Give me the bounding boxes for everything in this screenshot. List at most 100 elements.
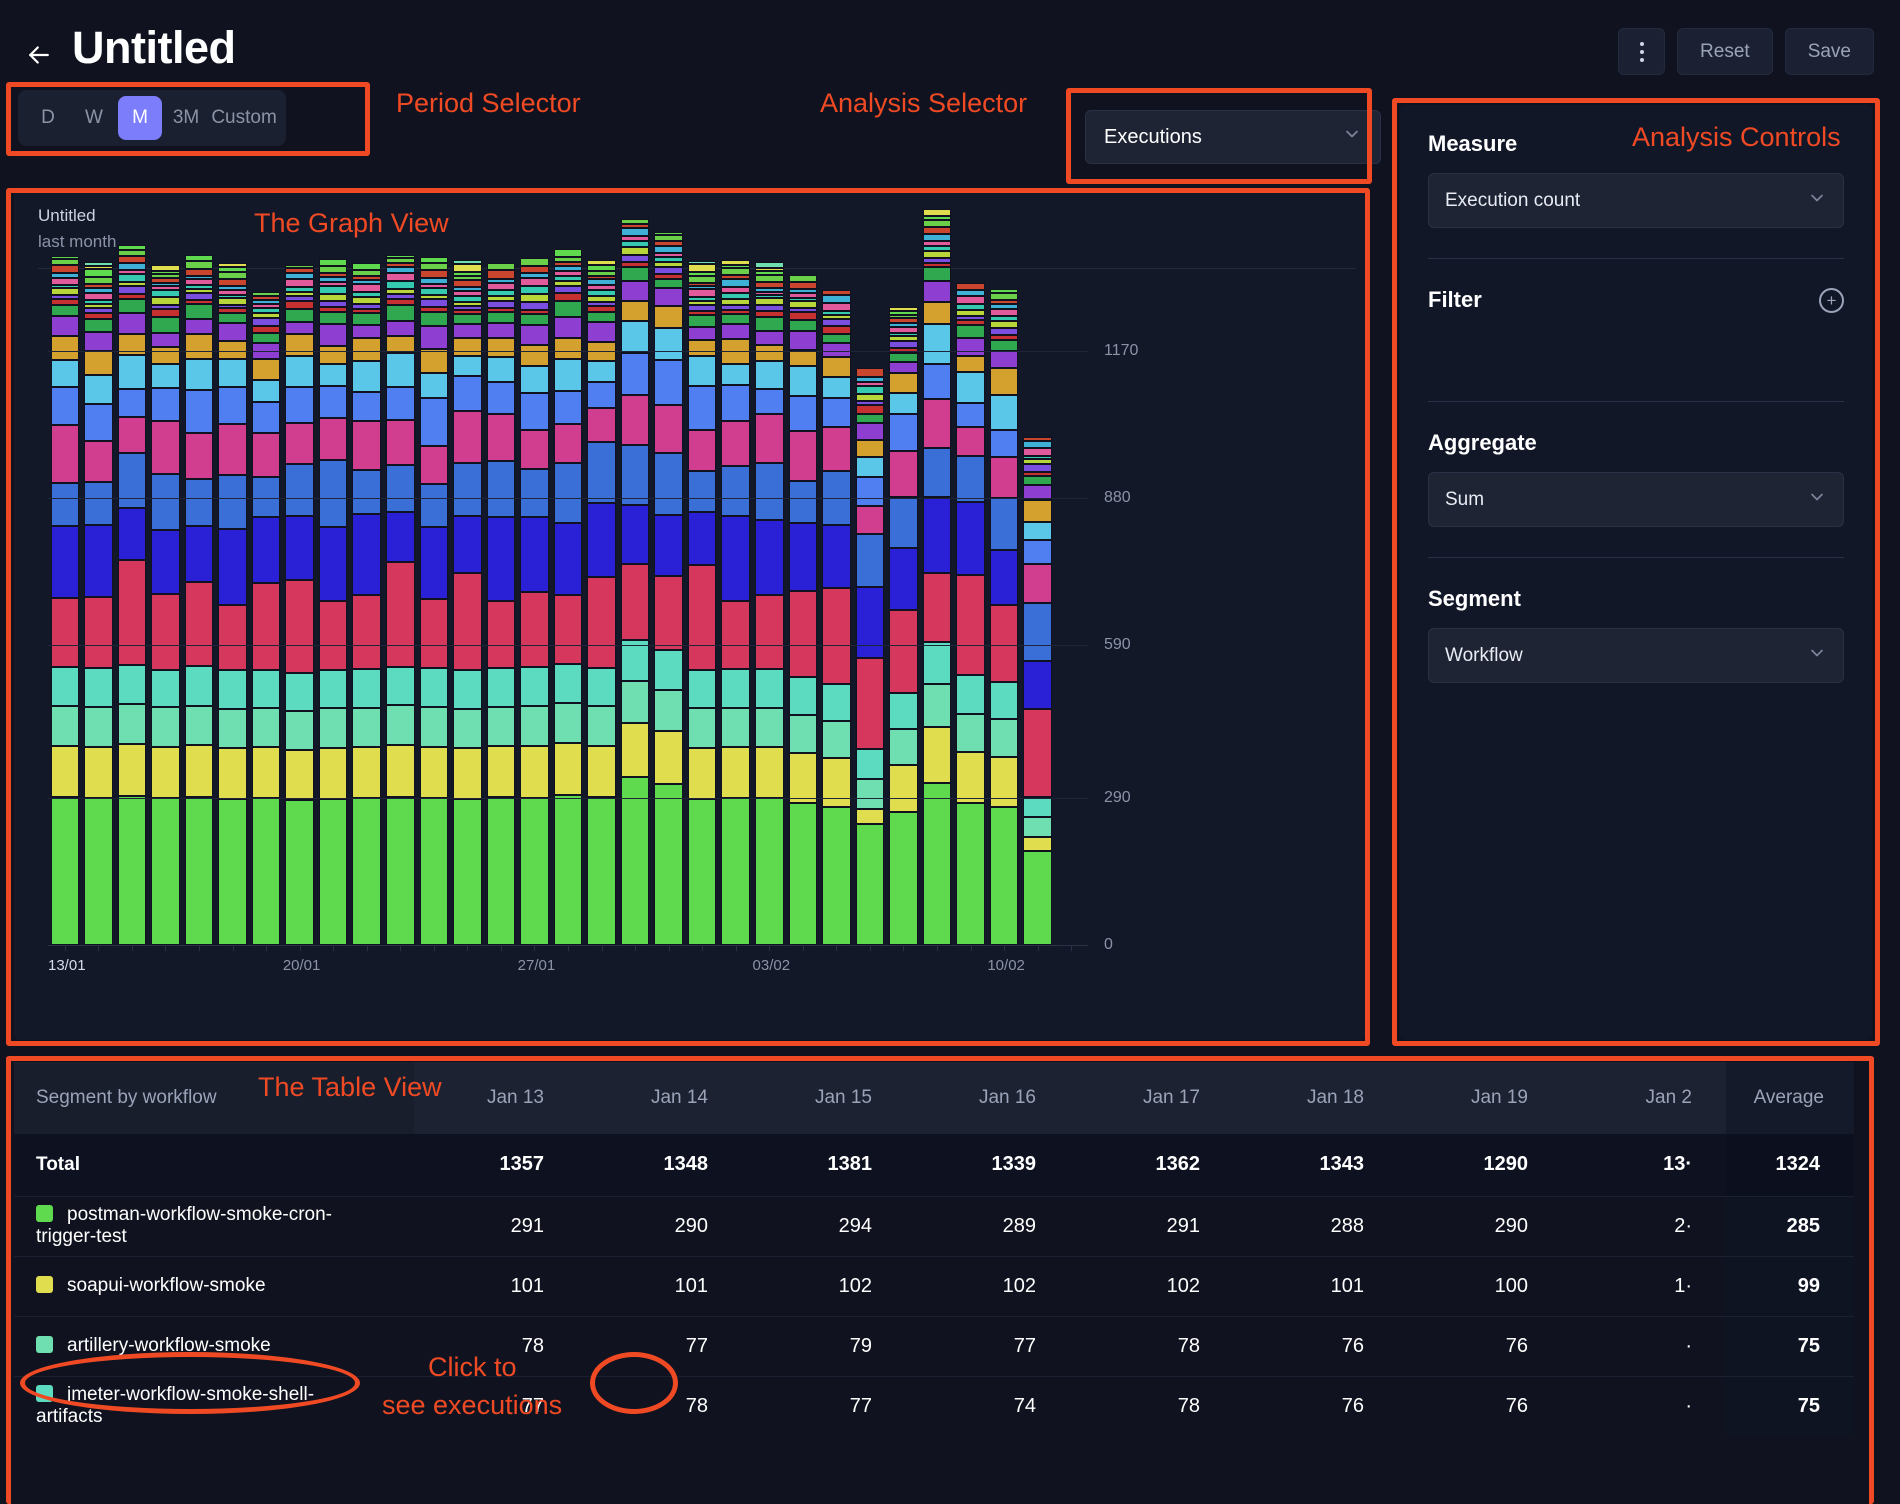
chart-bar-segment[interactable]: [923, 324, 952, 364]
chart-bar-segment[interactable]: [51, 316, 80, 336]
table-cell-value[interactable]: 78: [414, 1316, 578, 1376]
chart-bar-segment[interactable]: [654, 690, 683, 731]
chart-bar-segment[interactable]: [185, 526, 214, 582]
table-header-date[interactable]: Jan 17: [1070, 1062, 1234, 1134]
chart-bar-segment[interactable]: [990, 719, 1019, 757]
chart-bar-segment[interactable]: [84, 319, 113, 332]
chart-bar-segment[interactable]: [285, 800, 314, 945]
chart-bar-segment[interactable]: [252, 670, 281, 709]
chart-bar-segment[interactable]: [386, 667, 415, 706]
chart-bar-segment[interactable]: [889, 812, 918, 945]
chart-bar-segment[interactable]: [923, 364, 952, 399]
chart-bar-segment[interactable]: [487, 797, 516, 945]
table-cell-value[interactable]: 1290: [1398, 1134, 1562, 1196]
chart-bar-segment[interactable]: [621, 228, 650, 236]
chart-bar-segment[interactable]: [721, 324, 750, 339]
chart-bar-segment[interactable]: [218, 529, 247, 605]
chart-bar-segment[interactable]: [319, 708, 348, 747]
period-option-m[interactable]: M: [118, 96, 162, 140]
table-cell-value[interactable]: 294: [742, 1196, 906, 1256]
chart-bar-segment[interactable]: [654, 288, 683, 307]
chart-bar-segment[interactable]: [487, 263, 516, 271]
chart-bar-segment[interactable]: [688, 386, 717, 430]
chart-bar-segment[interactable]: [185, 582, 214, 667]
chart-bar[interactable]: [956, 282, 985, 945]
chart-bar-segment[interactable]: [453, 376, 482, 412]
chart-bar-segment[interactable]: [554, 293, 583, 301]
chart-bar-segment[interactable]: [856, 414, 885, 423]
chart-bar-segment[interactable]: [956, 714, 985, 753]
chart-bar[interactable]: [185, 254, 214, 945]
chart-bar-segment[interactable]: [789, 366, 818, 396]
chart-bar[interactable]: [721, 260, 750, 945]
chart-bar-segment[interactable]: [990, 328, 1019, 335]
chart-bar-segment[interactable]: [218, 424, 247, 475]
table-row-name[interactable]: postman-workflow-smoke-cron-trigger-test: [14, 1196, 414, 1256]
chart-bar-segment[interactable]: [285, 673, 314, 711]
chart-bar-segment[interactable]: [1023, 603, 1052, 661]
chart-bar-segment[interactable]: [352, 798, 381, 945]
chart-bar-segment[interactable]: [923, 302, 952, 323]
chart-bar-segment[interactable]: [621, 564, 650, 641]
table-cell-value[interactable]: 102: [906, 1256, 1070, 1316]
chart-bar-segment[interactable]: [285, 516, 314, 580]
chart-bar-segment[interactable]: [587, 442, 616, 503]
chart-bar-segment[interactable]: [956, 456, 985, 502]
chart-bar-segment[interactable]: [151, 474, 180, 530]
table-cell-value[interactable]: 289: [906, 1196, 1070, 1256]
chart-bar-segment[interactable]: [956, 675, 985, 713]
chart-bar-segment[interactable]: [319, 312, 348, 324]
chart-bar-segment[interactable]: [51, 278, 80, 285]
chart-bar-segment[interactable]: [420, 446, 449, 484]
chart-bar-segment[interactable]: [420, 398, 449, 446]
chart-bar-segment[interactable]: [185, 390, 214, 433]
table-cell-value[interactable]: 78: [1070, 1376, 1234, 1436]
chart-bar-segment[interactable]: [520, 286, 549, 294]
chart-bar-segment[interactable]: [889, 497, 918, 547]
chart-bar-segment[interactable]: [688, 340, 717, 356]
chart-bar-segment[interactable]: [51, 483, 80, 527]
chart-bar-segment[interactable]: [587, 503, 616, 577]
chart-bar-segment[interactable]: [487, 707, 516, 746]
chart-bar-segment[interactable]: [554, 338, 583, 359]
chart-bar[interactable]: [856, 366, 885, 945]
chart-bar-segment[interactable]: [554, 317, 583, 338]
chart-bar-segment[interactable]: [51, 305, 80, 316]
chart-bar-segment[interactable]: [520, 294, 549, 302]
chart-bar-segment[interactable]: [1023, 709, 1052, 797]
chart-bar-segment[interactable]: [889, 362, 918, 373]
table-header-date[interactable]: Jan 16: [906, 1062, 1070, 1134]
chart-bar-segment[interactable]: [520, 345, 549, 366]
chart-bar-segment[interactable]: [218, 748, 247, 799]
chart-bar-segment[interactable]: [755, 262, 784, 269]
table-cell-value[interactable]: 74: [906, 1376, 1070, 1436]
chart-bar-segment[interactable]: [1023, 464, 1052, 472]
chart-bar-segment[interactable]: [621, 777, 650, 945]
chart-bar-segment[interactable]: [1023, 797, 1052, 816]
chart-bar-segment[interactable]: [688, 512, 717, 565]
chart-bar-segment[interactable]: [352, 313, 381, 325]
chart-bar-segment[interactable]: [118, 263, 147, 271]
chart-bar-segment[interactable]: [118, 453, 147, 508]
chart-bar-segment[interactable]: [923, 573, 952, 643]
table-cell-value[interactable]: 1339: [906, 1134, 1070, 1196]
table-cell-value[interactable]: 78: [578, 1376, 742, 1436]
chart-bar-segment[interactable]: [1023, 564, 1052, 603]
chart-bar-segment[interactable]: [84, 332, 113, 351]
chart-bar-segment[interactable]: [386, 797, 415, 945]
chart-bar-segment[interactable]: [84, 798, 113, 945]
chart-bar-segment[interactable]: [889, 548, 918, 611]
table-cell-value[interactable]: 102: [742, 1256, 906, 1316]
table-cell-value[interactable]: 2·: [1562, 1196, 1726, 1256]
analysis-selector-dropdown[interactable]: Executions: [1085, 110, 1381, 164]
arrow-left-icon[interactable]: [22, 38, 56, 72]
chart-bar-segment[interactable]: [721, 466, 750, 515]
chart-bar-segment[interactable]: [185, 304, 214, 318]
chart-bar-segment[interactable]: [554, 359, 583, 391]
chart-bar[interactable]: [520, 257, 549, 945]
chart-bar-segment[interactable]: [721, 314, 750, 324]
chart-bar-segment[interactable]: [856, 394, 885, 401]
table-cell-value[interactable]: 291: [414, 1196, 578, 1256]
chart-bar-segment[interactable]: [386, 273, 415, 281]
chart-bar-segment[interactable]: [688, 670, 717, 709]
